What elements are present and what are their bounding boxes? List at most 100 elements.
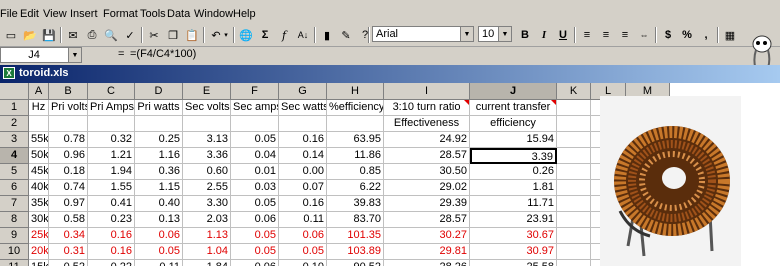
cell-e2[interactable] bbox=[183, 116, 231, 132]
drawing-icon[interactable]: ✎ bbox=[337, 26, 355, 44]
cell-j2[interactable]: efficiency bbox=[470, 116, 557, 132]
column-header-e[interactable]: E bbox=[183, 83, 231, 100]
cell-e1[interactable]: Sec volts bbox=[183, 100, 231, 116]
row-header[interactable]: 5 bbox=[0, 164, 29, 180]
function-icon[interactable]: f bbox=[275, 26, 293, 44]
menu-file[interactable]: File bbox=[0, 8, 18, 20]
cell-g3[interactable]: 0.16 bbox=[279, 132, 327, 148]
column-header-h[interactable]: H bbox=[327, 83, 384, 100]
cell-b3[interactable]: 0.78 bbox=[49, 132, 88, 148]
column-header-a[interactable]: A bbox=[29, 83, 49, 100]
currency-button[interactable]: $ bbox=[659, 26, 677, 44]
cell-e8[interactable]: 2.03 bbox=[183, 212, 231, 228]
cell-c3[interactable]: 0.32 bbox=[88, 132, 135, 148]
chevron-down-icon[interactable]: ▼ bbox=[68, 48, 81, 62]
cell-i9[interactable]: 30.27 bbox=[384, 228, 470, 244]
cell-h6[interactable]: 6.22 bbox=[327, 180, 384, 196]
bold-button[interactable]: B bbox=[516, 26, 534, 44]
menu-data[interactable]: Data bbox=[167, 8, 190, 20]
cell-a10[interactable]: 20k bbox=[29, 244, 49, 260]
cell-d10[interactable]: 0.05 bbox=[135, 244, 183, 260]
select-all-button[interactable] bbox=[0, 83, 29, 100]
column-header-b[interactable]: B bbox=[49, 83, 88, 100]
row-header[interactable]: 8 bbox=[0, 212, 29, 228]
cell-f11[interactable]: 0.06 bbox=[231, 260, 279, 266]
formula-input[interactable]: =(F4/C4*100) bbox=[130, 48, 196, 60]
cell-b5[interactable]: 0.18 bbox=[49, 164, 88, 180]
cell-h7[interactable]: 39.83 bbox=[327, 196, 384, 212]
cell-a4[interactable]: 50k bbox=[29, 148, 49, 164]
menu-format[interactable]: Format bbox=[103, 8, 138, 20]
cell-i5[interactable]: 30.50 bbox=[384, 164, 470, 180]
menu-window[interactable]: Window bbox=[194, 8, 233, 20]
cell-b8[interactable]: 0.58 bbox=[49, 212, 88, 228]
comment-indicator-icon[interactable] bbox=[464, 100, 469, 105]
cell-h4[interactable]: 11.86 bbox=[327, 148, 384, 164]
cell-g10[interactable]: 0.05 bbox=[279, 244, 327, 260]
cell-j8[interactable]: 23.91 bbox=[470, 212, 557, 228]
open-icon[interactable]: 📂 bbox=[21, 26, 39, 44]
row-header[interactable]: 9 bbox=[0, 228, 29, 244]
row-header[interactable]: 2 bbox=[0, 116, 29, 132]
cell-f6[interactable]: 0.03 bbox=[231, 180, 279, 196]
cell-c7[interactable]: 0.41 bbox=[88, 196, 135, 212]
cell-h8[interactable]: 83.70 bbox=[327, 212, 384, 228]
menu-view[interactable]: View bbox=[43, 8, 67, 20]
cell-e5[interactable]: 0.60 bbox=[183, 164, 231, 180]
cell-d2[interactable] bbox=[135, 116, 183, 132]
row-header[interactable]: 3 bbox=[0, 132, 29, 148]
percent-button[interactable]: % bbox=[678, 26, 696, 44]
cell-b10[interactable]: 0.31 bbox=[49, 244, 88, 260]
cell-e11[interactable]: 1.84 bbox=[183, 260, 231, 266]
cell-g6[interactable]: 0.07 bbox=[279, 180, 327, 196]
cell-k7[interactable] bbox=[557, 196, 591, 212]
cell-h3[interactable]: 63.95 bbox=[327, 132, 384, 148]
cell-d11[interactable]: 0.11 bbox=[135, 260, 183, 266]
workbook-title-bar[interactable]: X toroid.xls bbox=[0, 65, 780, 83]
cell-k9[interactable] bbox=[557, 228, 591, 244]
print-preview-icon[interactable]: 🔍 bbox=[102, 26, 120, 44]
cell-d4[interactable]: 1.16 bbox=[135, 148, 183, 164]
row-header[interactable]: 11 bbox=[0, 260, 29, 266]
align-right-icon[interactable]: ≡ bbox=[616, 26, 634, 44]
menu-insert[interactable]: Insert bbox=[70, 8, 98, 20]
cell-k8[interactable] bbox=[557, 212, 591, 228]
cell-j3[interactable]: 15.94 bbox=[470, 132, 557, 148]
cell-c4[interactable]: 1.21 bbox=[88, 148, 135, 164]
cell-f2[interactable] bbox=[231, 116, 279, 132]
cell-f5[interactable]: 0.01 bbox=[231, 164, 279, 180]
cell-d8[interactable]: 0.13 bbox=[135, 212, 183, 228]
cell-b4[interactable]: 0.96 bbox=[49, 148, 88, 164]
borders-icon[interactable]: ▦ bbox=[721, 26, 739, 44]
cell-h9[interactable]: 101.35 bbox=[327, 228, 384, 244]
cell-e10[interactable]: 1.04 bbox=[183, 244, 231, 260]
print-icon[interactable]: ⎙ bbox=[83, 26, 101, 44]
cell-i1[interactable]: 3:10 turn ratio bbox=[384, 100, 470, 116]
hyperlink-icon[interactable]: 🌐 bbox=[237, 26, 255, 44]
cell-f1[interactable]: Sec amps bbox=[231, 100, 279, 116]
cell-a2[interactable] bbox=[29, 116, 49, 132]
cell-e9[interactable]: 1.13 bbox=[183, 228, 231, 244]
autosum-icon[interactable]: Σ bbox=[256, 26, 274, 44]
align-center-icon[interactable]: ≡ bbox=[597, 26, 615, 44]
cell-c8[interactable]: 0.23 bbox=[88, 212, 135, 228]
cell-e7[interactable]: 3.30 bbox=[183, 196, 231, 212]
chevron-down-icon[interactable]: ▼ bbox=[498, 27, 511, 41]
email-icon[interactable]: ✉ bbox=[64, 26, 82, 44]
cell-g9[interactable]: 0.06 bbox=[279, 228, 327, 244]
paste-icon[interactable]: 📋 bbox=[183, 26, 201, 44]
cell-f3[interactable]: 0.05 bbox=[231, 132, 279, 148]
cell-k11[interactable] bbox=[557, 260, 591, 266]
cell-a11[interactable]: 15k bbox=[29, 260, 49, 266]
cell-e4[interactable]: 3.36 bbox=[183, 148, 231, 164]
cell-c9[interactable]: 0.16 bbox=[88, 228, 135, 244]
cell-f8[interactable]: 0.06 bbox=[231, 212, 279, 228]
cell-k3[interactable] bbox=[557, 132, 591, 148]
cell-g4[interactable]: 0.14 bbox=[279, 148, 327, 164]
cell-k1[interactable] bbox=[557, 100, 591, 116]
cell-j6[interactable]: 1.81 bbox=[470, 180, 557, 196]
cell-i2[interactable]: Effectiveness bbox=[384, 116, 470, 132]
cell-a8[interactable]: 30k bbox=[29, 212, 49, 228]
cell-g7[interactable]: 0.16 bbox=[279, 196, 327, 212]
cell-b6[interactable]: 0.74 bbox=[49, 180, 88, 196]
